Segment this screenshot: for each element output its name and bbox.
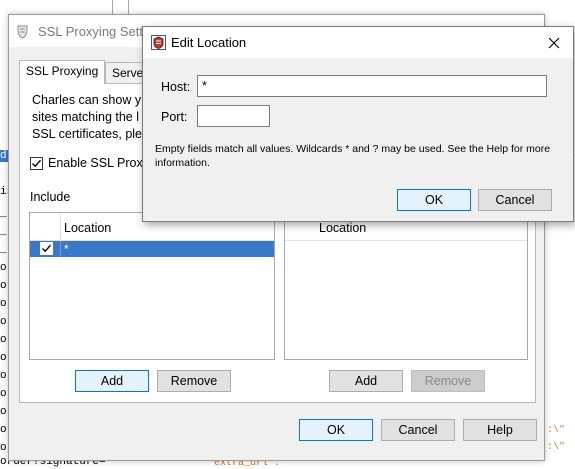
background-code-text: :\" [547,442,566,453]
list-item[interactable]: _ [0,244,8,256]
tab-ssl-proxying[interactable]: SSL Proxying [19,60,106,84]
column-divider [60,213,61,241]
exclude-list[interactable]: Location [284,212,528,360]
row-location: * [64,242,69,256]
table-row[interactable]: * [30,241,274,257]
cancel-button[interactable]: Cancel [381,419,455,441]
port-label: Port: [161,110,188,124]
host-label: Host: [161,80,191,94]
include-remove-button[interactable]: Remove [157,370,231,392]
include-label: Include [30,190,71,204]
description-line: Charles can show y [32,93,142,107]
divider [112,0,113,14]
edit-location-dialog: Edit Location Host: * Port: Empty fields… [142,26,574,222]
charles-app-icon [17,25,28,39]
list-item[interactable]: or [0,262,8,274]
list-item[interactable]: or [0,298,8,310]
help-note: Empty fields match all values. Wildcards… [155,143,551,169]
dialog-title: Edit Location [171,35,247,50]
window-title: SSL Proxying Setti [38,24,146,39]
ok-button[interactable]: OK [299,419,373,441]
exclude-remove-button[interactable]: Remove [411,370,485,392]
port-input[interactable] [197,105,270,127]
dialog-titlebar: Edit Location [143,27,573,58]
enable-ssl-proxying-label: Enable SSL Proxy [48,156,149,170]
list-item[interactable]: or [0,406,8,418]
list-item[interactable]: d [0,150,8,162]
dialog-ok-button[interactable]: OK [397,189,471,211]
list-item[interactable]: or [0,370,8,382]
exclude-add-button[interactable]: Add [329,370,403,392]
location-column-header[interactable]: Location [319,221,366,235]
list-item[interactable]: or [0,280,8,292]
include-list[interactable]: Location * [29,212,275,360]
list-item[interactable]: or [0,442,8,454]
host-input[interactable]: * [197,75,547,97]
row-enabled-checkbox[interactable] [40,242,53,255]
background-code-text: :\" [547,425,566,436]
enable-ssl-proxying-checkbox[interactable] [30,157,43,170]
checkmark-icon [32,159,42,168]
description-line: SSL certificates, ple [32,127,143,141]
list-item[interactable]: _ [0,226,8,238]
description-line: sites matching the l [32,110,139,124]
close-icon[interactable] [541,31,567,55]
list-item[interactable]: _ [0,208,8,220]
divider [128,0,129,14]
list-item[interactable]: or [0,424,8,436]
list-item[interactable]: or [0,334,8,346]
list-item[interactable]: is [0,186,8,198]
column-divider [60,241,61,257]
tab-server[interactable]: Serve [105,62,145,84]
location-column-header[interactable]: Location [64,221,111,235]
include-add-button[interactable]: Add [75,370,149,392]
help-button[interactable]: Help [463,419,537,441]
list-item[interactable]: or [0,316,8,328]
list-item[interactable]: or [0,352,8,364]
dialog-cancel-button[interactable]: Cancel [478,189,552,211]
background-request-list: d is _ _ _ or or or or or or or or or or… [0,0,8,467]
checkmark-icon [42,244,52,253]
charles-app-icon [151,35,166,50]
list-item[interactable]: or [0,388,8,400]
